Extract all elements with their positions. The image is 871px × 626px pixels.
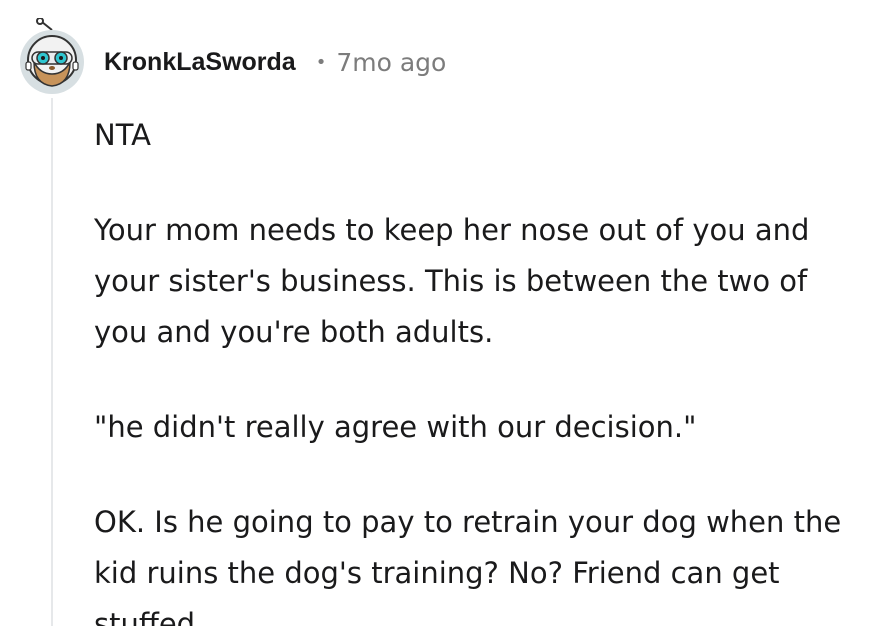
comment-paragraph: NTA [94, 118, 151, 152]
username-link[interactable]: KronkLaSworda [104, 48, 296, 77]
thread-line[interactable] [51, 98, 53, 626]
comment-body: NTA Your mom needs to keep her nose out … [94, 110, 869, 626]
comment-header: KronkLaSworda • 7mo ago [104, 42, 446, 82]
snoo-astronaut-avatar-icon [20, 17, 84, 94]
comment: KronkLaSworda • 7mo ago NTA Your mom nee… [0, 0, 871, 626]
comment-paragraph: "he didn't really agree with our decisio… [94, 410, 697, 444]
timestamp[interactable]: 7mo ago [336, 48, 446, 77]
user-avatar[interactable] [12, 17, 92, 98]
comment-paragraph: OK. Is he going to pay to retrain your d… [94, 505, 842, 626]
separator-dot: • [315, 51, 327, 73]
comment-paragraph: Your mom needs to keep her nose out of y… [94, 213, 810, 349]
